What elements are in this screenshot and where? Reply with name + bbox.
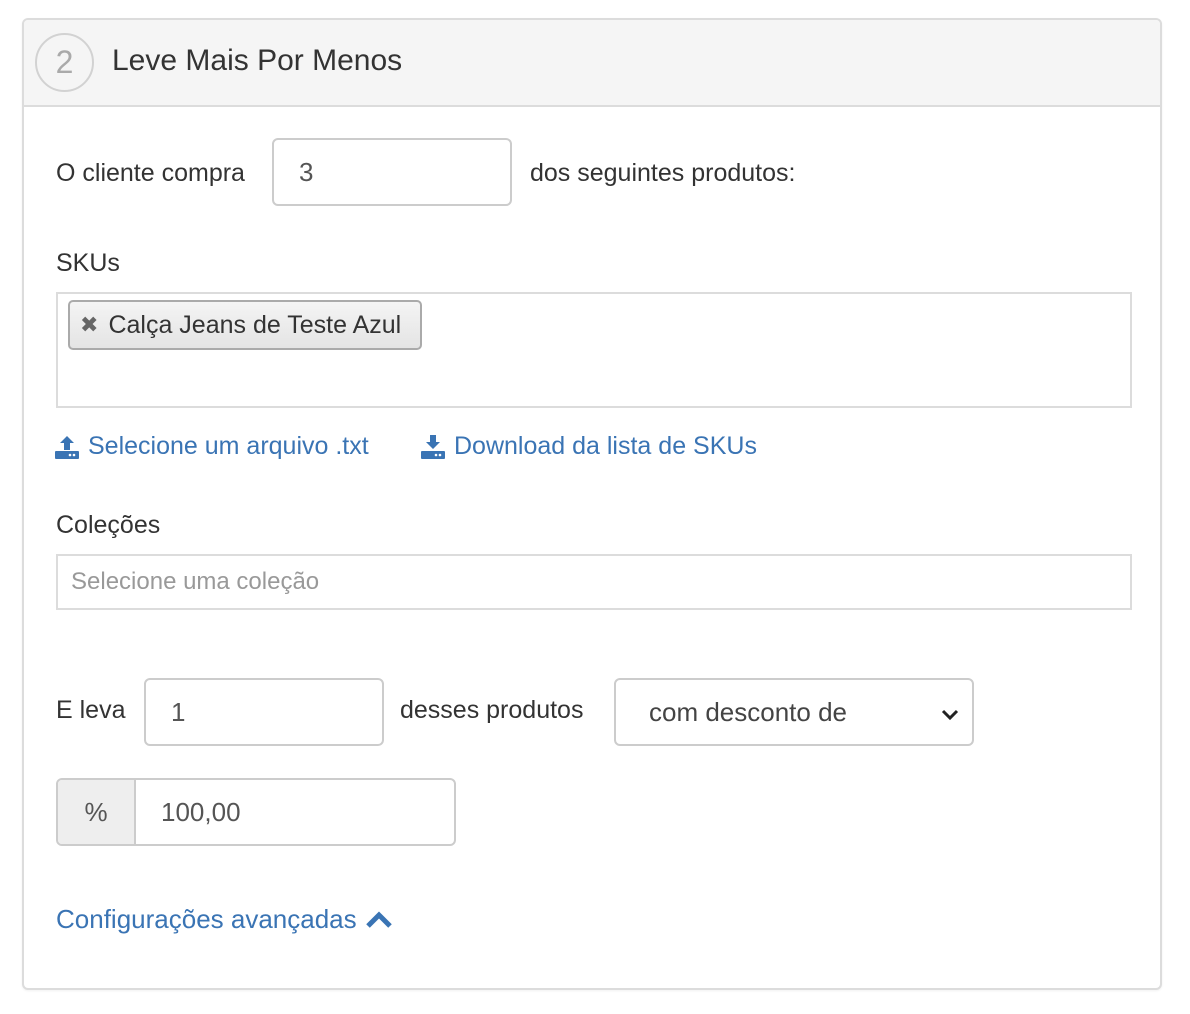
download-skus-link[interactable]: Download da lista de SKUs <box>420 432 757 461</box>
discount-type-select[interactable]: com desconto de <box>614 678 974 746</box>
sku-tag-label: Calça Jeans de Teste Azul <box>108 310 402 339</box>
panel-header: 2 Leve Mais Por Menos <box>24 20 1160 107</box>
buy-quantity-input[interactable]: 3 <box>272 138 512 206</box>
upload-txt-label: Selecione um arquivo .txt <box>88 432 369 460</box>
advanced-settings-toggle[interactable]: Configurações avançadas <box>56 904 393 935</box>
promotion-panel: 2 Leve Mais Por Menos O cliente compra 3… <box>22 18 1162 990</box>
collections-label: Coleções <box>56 511 161 539</box>
collections-input[interactable]: Selecione uma coleção <box>56 554 1132 610</box>
take-quantity-suffix: desses produtos <box>400 696 584 724</box>
take-quantity-input[interactable]: 1 <box>144 678 384 746</box>
upload-icon <box>55 435 79 459</box>
step-number-badge: 2 <box>35 33 94 92</box>
download-skus-label: Download da lista de SKUs <box>454 432 757 460</box>
discount-value-input[interactable]: 100,00 <box>136 780 454 844</box>
buy-quantity-label: O cliente compra <box>56 159 245 187</box>
sku-tag-input[interactable]: ✖ Calça Jeans de Teste Azul <box>56 292 1132 408</box>
chevron-down-icon <box>941 709 959 721</box>
percent-addon: % <box>58 780 136 844</box>
upload-txt-link[interactable]: Selecione um arquivo .txt <box>54 432 369 461</box>
skus-label: SKUs <box>56 249 120 277</box>
buy-quantity-suffix: dos seguintes produtos: <box>530 159 796 187</box>
advanced-settings-label: Configurações avançadas <box>56 904 357 934</box>
chevron-up-icon <box>365 910 392 928</box>
take-quantity-label: E leva <box>56 696 126 724</box>
discount-type-value: com desconto de <box>649 696 848 727</box>
discount-value-group: % 100,00 <box>56 778 456 846</box>
download-icon <box>421 434 445 459</box>
sku-tag: ✖ Calça Jeans de Teste Azul <box>68 300 422 350</box>
panel-title: Leve Mais Por Menos <box>112 44 403 77</box>
remove-tag-icon[interactable]: ✖ <box>80 312 98 338</box>
